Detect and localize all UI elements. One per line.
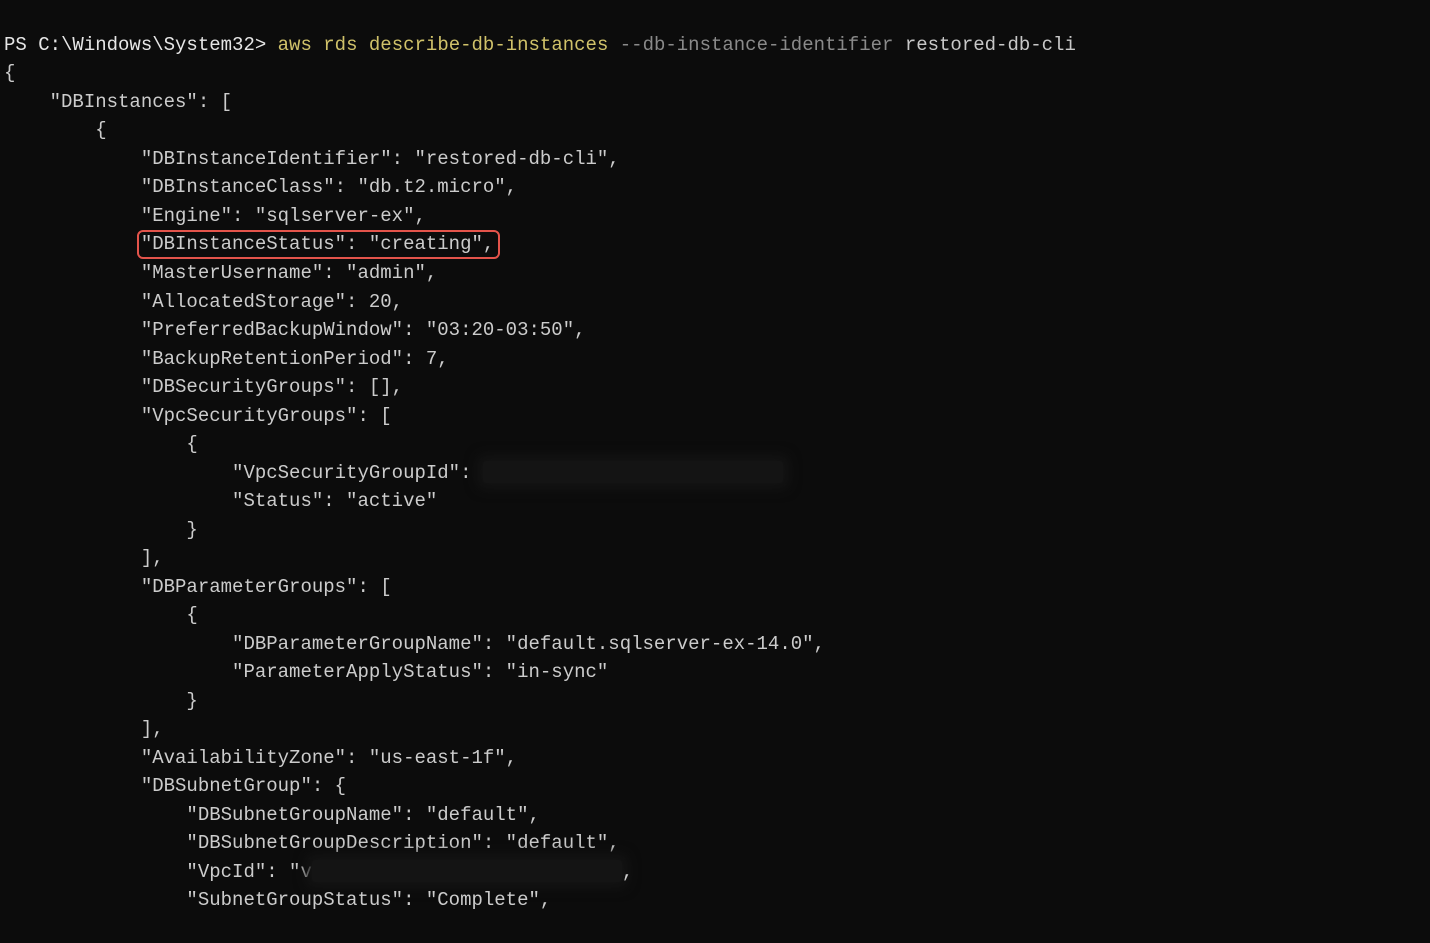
json-line: } [4, 690, 198, 712]
terminal-output[interactable]: PS C:\Windows\System32> aws rds describe… [0, 0, 1430, 915]
json-indent [4, 233, 141, 255]
json-line: "DBParameterGroups": [ [4, 576, 392, 598]
json-line: "BackupRetentionPeriod": 7, [4, 348, 449, 370]
json-line: "VpcSecurityGroups": [ [4, 405, 392, 427]
json-line: "Status": "active" [4, 490, 437, 512]
json-line: "AvailabilityZone": "us-east-1f", [4, 747, 517, 769]
json-line: "AllocatedStorage": 20, [4, 291, 403, 313]
json-line: "DBSubnetGroupDescription": "default", [4, 832, 620, 854]
cmd-rds: rds [323, 34, 357, 56]
json-line: { [4, 433, 198, 455]
json-line: "DBInstanceClass": "db.t2.micro", [4, 176, 517, 198]
json-line: "DBSecurityGroups": [], [4, 376, 403, 398]
json-line: "PreferredBackupWindow": "03:20-03:50", [4, 319, 586, 341]
json-line: "ParameterApplyStatus": "in-sync" [4, 661, 608, 683]
json-line: "MasterUsername": "admin", [4, 262, 437, 284]
cmd-aws: aws [278, 34, 312, 56]
json-line: ], [4, 718, 164, 740]
json-line: "VpcId": "v [4, 861, 312, 883]
json-line: "DBInstances": [ [4, 91, 232, 113]
json-line: "DBInstanceIdentifier": "restored-db-cli… [4, 148, 620, 170]
json-line: "DBParameterGroupName": "default.sqlserv… [4, 633, 825, 655]
json-line: "VpcSecurityGroupId": [4, 462, 483, 484]
cmd-value: restored-db-cli [905, 34, 1076, 56]
redacted-vpcid [312, 860, 622, 882]
cmd-flag: --db-instance-identifier [620, 34, 894, 56]
json-line-suffix: , [622, 861, 633, 883]
json-line: { [4, 119, 107, 141]
json-line: "DBSubnetGroupName": "default", [4, 804, 540, 826]
json-line: "SubnetGroupStatus": "Complete", [4, 889, 551, 911]
json-line: } [4, 519, 198, 541]
prompt-path: PS C:\Windows\System32> [4, 34, 266, 56]
json-line: { [4, 62, 15, 84]
status-highlight: "DBInstanceStatus": "creating", [137, 230, 500, 259]
json-line: { [4, 604, 198, 626]
json-status-line: "DBInstanceStatus": "creating", [141, 233, 494, 255]
json-line: ], [4, 547, 164, 569]
json-line: "Engine": "sqlserver-ex", [4, 205, 426, 227]
redacted-sgid [483, 461, 783, 483]
json-line: "DBSubnetGroup": { [4, 775, 346, 797]
cmd-action: describe-db-instances [369, 34, 608, 56]
